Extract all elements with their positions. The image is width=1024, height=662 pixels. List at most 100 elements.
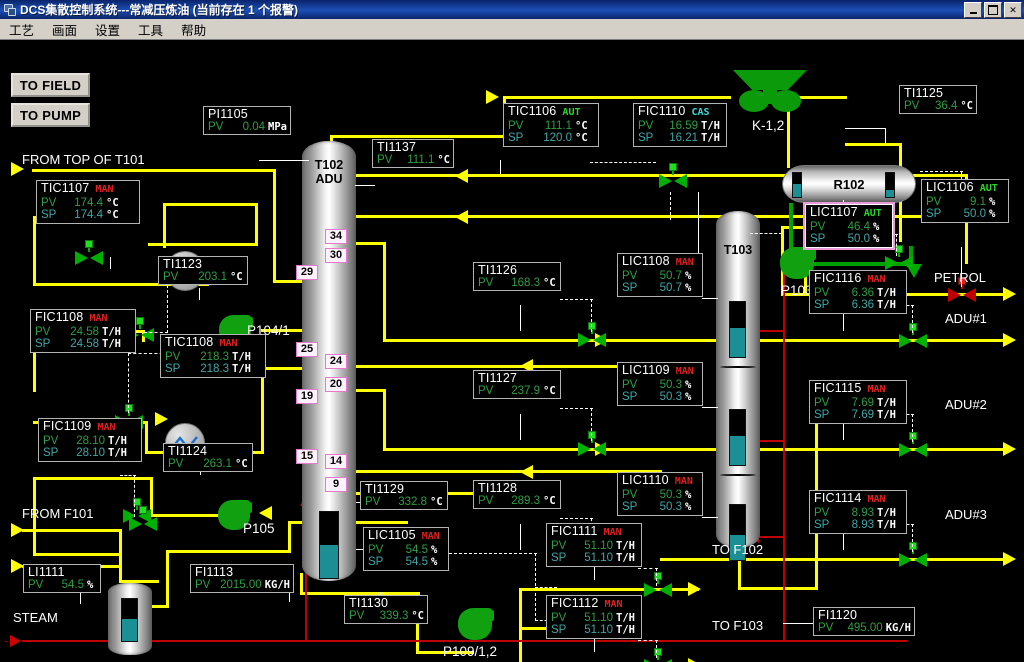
pv-unit: °C bbox=[234, 458, 248, 471]
faceplate-ti1128[interactable]: TI1128 PV289.3°C bbox=[473, 480, 561, 509]
to-field-button[interactable]: TO FIELD bbox=[11, 73, 90, 97]
sp-value: 28.10 bbox=[65, 447, 107, 460]
faceplate-ti1129[interactable]: TI1129 PV332.8°C bbox=[360, 481, 448, 510]
faceplate-fic1112[interactable]: FIC1112MAN PV51.10T/H SP51.10T/H bbox=[546, 595, 642, 639]
minimize-button[interactable] bbox=[964, 2, 982, 18]
to-pump-button[interactable]: TO PUMP bbox=[11, 103, 90, 127]
valve-fic1110[interactable] bbox=[659, 171, 687, 188]
sp-label: SP bbox=[814, 519, 836, 532]
pv-value: 332.8 bbox=[387, 496, 429, 509]
pipe-seg bbox=[738, 587, 818, 590]
label-p109: P109/1,2 bbox=[443, 644, 497, 659]
pipe-adu1 bbox=[660, 339, 1005, 342]
faceplate-lic1108[interactable]: LIC1108MAN PV50.7% SP50.7% bbox=[617, 253, 703, 297]
pv-label: PV bbox=[168, 458, 190, 471]
faceplate-lic1107[interactable]: LIC1107AUT PV46.4% SP50.0% bbox=[805, 204, 893, 248]
valve-tic1107[interactable] bbox=[75, 248, 103, 265]
faceplate-lic1105[interactable]: LIC1105MAN PV54.5% SP54.5% bbox=[363, 527, 449, 571]
sp-unit: °C bbox=[574, 132, 588, 145]
menu-item-help[interactable]: 帮助 bbox=[172, 19, 215, 40]
faceplate-tic1106[interactable]: TIC1106AUT PV111.1°C SP120.0°C bbox=[503, 103, 599, 147]
faceplate-ti1125[interactable]: TI1125 PV36.4°C bbox=[899, 85, 977, 114]
faceplate-fic1111[interactable]: FIC1111MAN PV51.10T/H SP51.10T/H bbox=[546, 523, 642, 567]
pv-label: PV bbox=[165, 351, 187, 364]
lead-ti1128 bbox=[520, 524, 521, 550]
faceplate-ti1123[interactable]: TI1123 PV203.1°C bbox=[158, 256, 248, 285]
valve-lic1108[interactable] bbox=[578, 330, 606, 347]
faceplate-ti1126[interactable]: TI1126 PV168.3°C bbox=[473, 262, 561, 291]
faceplate-fic1110[interactable]: FIC1110CAS PV16.59T/H SP16.21T/H bbox=[633, 103, 727, 147]
faceplate-fic1115[interactable]: FIC1115MAN PV7.69T/H SP7.69T/H bbox=[809, 380, 907, 424]
pv-unit: T/H bbox=[876, 507, 896, 520]
signal-lic1107-v bbox=[896, 234, 897, 256]
pv-value: 28.10 bbox=[65, 435, 107, 448]
menu-item-settings[interactable]: 设置 bbox=[86, 19, 129, 40]
tag: FIC1112 bbox=[551, 597, 599, 610]
tag: FIC1108 bbox=[35, 311, 83, 324]
lead-fic1116 bbox=[843, 311, 844, 331]
faceplate-tic1107[interactable]: TIC1107MAN PV174.4°C SP174.4°C bbox=[36, 180, 140, 224]
menu-item-tools[interactable]: 工具 bbox=[129, 19, 172, 40]
faceplate-ti1130[interactable]: TI1130 PV339.3°C bbox=[344, 595, 428, 624]
valve-fic1115[interactable] bbox=[899, 440, 927, 457]
pv-value: 218.3 bbox=[187, 351, 231, 364]
faceplate-fic1108[interactable]: FIC1108MAN PV24.58T/H SP24.58T/H bbox=[30, 309, 136, 353]
valve-fic1112[interactable] bbox=[644, 656, 672, 662]
signal-lic1109-v bbox=[591, 408, 592, 441]
flow-arrow-t101 bbox=[11, 162, 24, 176]
faceplate-lic1110[interactable]: LIC1110MAN PV50.3% SP50.3% bbox=[617, 472, 703, 516]
pv-label: PV bbox=[810, 221, 832, 234]
label-adu2: ADU#2 bbox=[945, 397, 987, 412]
faceplate-pi1105[interactable]: PI1105 PV0.04MPa bbox=[203, 106, 291, 135]
faceplate-fic1109[interactable]: FIC1109MAN PV28.10T/H SP28.10T/H bbox=[38, 418, 142, 462]
sp-unit: % bbox=[872, 233, 879, 246]
faceplate-fi1113[interactable]: FI1113 PV2015.00KG/H bbox=[190, 564, 294, 593]
pipe-seg bbox=[899, 200, 902, 242]
pv-label: PV bbox=[478, 495, 500, 508]
menu-item-screen[interactable]: 画面 bbox=[43, 19, 86, 40]
faceplate-ti1137[interactable]: TI1137 PV111.1°C bbox=[372, 139, 454, 168]
valve-lic1107[interactable] bbox=[885, 253, 913, 270]
drum-li1111[interactable] bbox=[108, 583, 152, 655]
pump-p109[interactable] bbox=[458, 608, 492, 640]
tag: TI1127 bbox=[478, 372, 517, 385]
pipe-seg bbox=[5, 641, 7, 642]
faceplate-lic1109[interactable]: LIC1109MAN PV50.3% SP50.3% bbox=[617, 362, 703, 406]
sp-value: 24.58 bbox=[57, 338, 101, 351]
pv-label: PV bbox=[638, 120, 660, 133]
faceplate-li1111[interactable]: LI1111 PV54.5% bbox=[23, 564, 101, 593]
drum-r102[interactable]: R102 bbox=[782, 165, 916, 203]
sp-unit: T/H bbox=[231, 363, 251, 376]
faceplate-ti1127[interactable]: TI1127 PV237.9°C bbox=[473, 370, 561, 399]
mode-badge: AUT bbox=[864, 208, 882, 221]
mode-badge: MAN bbox=[676, 257, 694, 270]
faceplate-lic1106[interactable]: LIC1106AUT PV9.1% SP50.0% bbox=[921, 179, 1009, 223]
faceplate-fic1114[interactable]: FIC1114MAN PV8.93T/H SP8.93T/H bbox=[809, 490, 907, 534]
valve-fic1114[interactable] bbox=[899, 550, 927, 567]
faceplate-fic1116[interactable]: FIC1116MAN PV6.36T/H SP6.36T/H bbox=[809, 270, 907, 314]
sp-value: 51.10 bbox=[573, 552, 615, 565]
sp-unit: T/H bbox=[615, 624, 635, 637]
pipe-seg bbox=[781, 226, 807, 229]
pv-label: PV bbox=[365, 496, 387, 509]
sp-unit: T/H bbox=[101, 338, 121, 351]
valve-lic1109[interactable] bbox=[578, 439, 606, 456]
faceplate-tic1108[interactable]: TIC1108MAN PV218.3T/H SP218.3T/H bbox=[160, 334, 266, 378]
faceplate-ti1124[interactable]: TI1124 PV263.1°C bbox=[163, 443, 253, 472]
close-button[interactable]: ✕ bbox=[1004, 2, 1022, 18]
pv-value: 8.93 bbox=[836, 507, 876, 520]
tag: LIC1108 bbox=[622, 255, 670, 268]
valve-fic1111[interactable] bbox=[644, 580, 672, 597]
label-p105: P105 bbox=[243, 521, 275, 536]
compressor-k12[interactable] bbox=[733, 70, 807, 114]
valve-fic1116[interactable] bbox=[899, 331, 927, 348]
tag: FI1120 bbox=[818, 609, 857, 622]
signal-fic1109 bbox=[120, 475, 136, 476]
valve-petrol[interactable] bbox=[948, 285, 976, 302]
pv-label: PV bbox=[622, 379, 644, 392]
mode-badge: MAN bbox=[95, 184, 113, 197]
faceplate-fi1120[interactable]: FI1120 PV495.00KG/H bbox=[813, 607, 915, 636]
menu-item-process[interactable]: 工艺 bbox=[0, 19, 43, 40]
maximize-button[interactable] bbox=[984, 2, 1002, 18]
column-t103[interactable]: T103 bbox=[716, 211, 760, 548]
